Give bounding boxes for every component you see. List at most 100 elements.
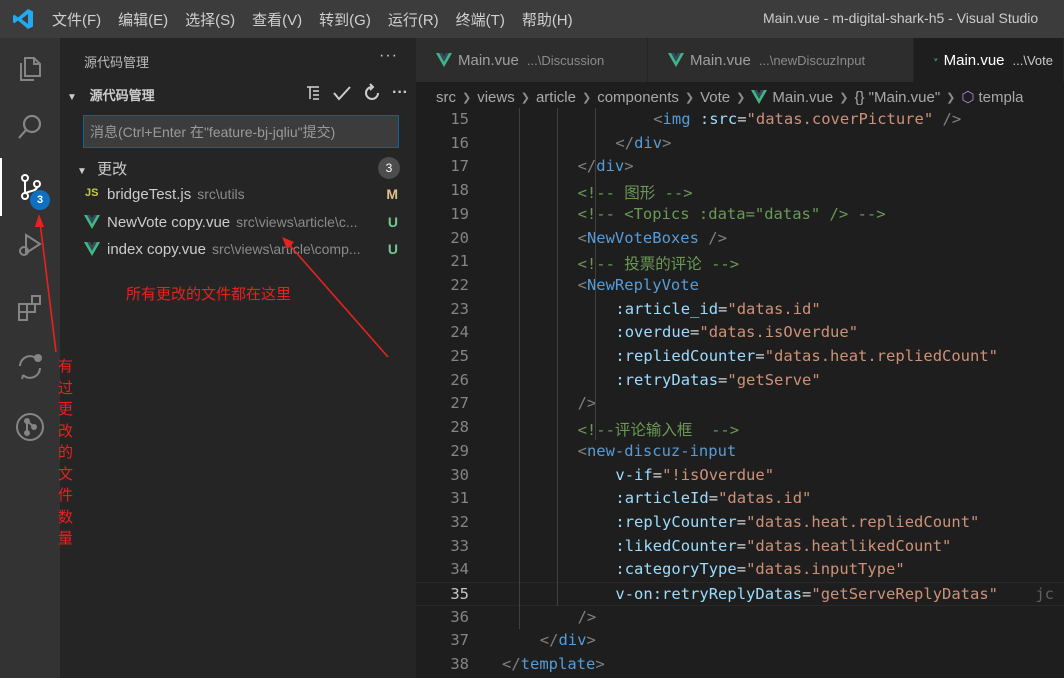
code-line[interactable]: 28 <!--评论输入框 --> xyxy=(416,416,1064,440)
code-line[interactable]: 20 <NewVoteBoxes /> xyxy=(416,227,1064,251)
tab-description: ...\newDiscuzInput xyxy=(758,52,866,68)
file-name: index copy.vue src\views\article\comp... xyxy=(107,241,361,258)
extensions-button[interactable] xyxy=(0,278,60,336)
source-control-button[interactable]: 3 xyxy=(0,158,60,216)
line-number: 15 xyxy=(450,110,469,128)
code-line[interactable]: 21 <!-- 投票的评论 --> xyxy=(416,250,1064,274)
code-line[interactable]: 24:overdue="datas.isOverdue" xyxy=(416,321,1064,345)
debug-icon xyxy=(19,233,42,256)
line-number: 17 xyxy=(450,157,469,176)
line-content: v-on:retryReplyDatas="getServeReplyDatas… xyxy=(615,585,1055,603)
more-actions-icon[interactable]: ··· xyxy=(392,84,408,102)
vue-file-icon xyxy=(84,241,100,260)
window-title: Main.vue - m-digital-shark-h5 - Visual S… xyxy=(763,10,1039,26)
chevron-right-icon: ❯ xyxy=(520,91,530,104)
line-content: <new-discuz-input xyxy=(577,441,737,460)
run-debug-button[interactable] xyxy=(0,216,60,274)
code-line[interactable]: 23:article_id="datas.id" xyxy=(416,298,1064,322)
repository-section-header[interactable]: ▼ 源代码管理 ··· xyxy=(60,83,416,107)
line-number: 33 xyxy=(450,536,469,555)
more-actions-icon[interactable]: ··· xyxy=(379,47,398,65)
breadcrumb-item[interactable]: templa xyxy=(979,89,1024,106)
code-line[interactable]: 18 <!-- 图形 --> xyxy=(416,179,1064,203)
code-line[interactable]: 25:repliedCounter="datas.heat.repliedCou… xyxy=(416,345,1064,369)
breadcrumb-item[interactable]: views xyxy=(477,89,515,106)
chevron-down-icon: ▼ xyxy=(77,166,87,177)
menu-go[interactable]: 转到(G) xyxy=(319,9,371,30)
file-path: src\views\article\c... xyxy=(236,214,358,230)
code-line[interactable]: 29 <new-discuz-input xyxy=(416,440,1064,464)
code-line[interactable]: 30 v-if="!isOverdue" xyxy=(416,464,1064,488)
code-line[interactable]: 33:likedCounter="datas.heatlikedCount" xyxy=(416,535,1064,559)
menu-terminal[interactable]: 终端(T) xyxy=(456,9,505,30)
line-content: <NewVoteBoxes /> xyxy=(577,228,727,247)
code-line[interactable]: 27 /> xyxy=(416,392,1064,416)
code-line[interactable]: 22 <NewReplyVote xyxy=(416,274,1064,298)
menu-view[interactable]: 查看(V) xyxy=(252,9,302,30)
breadcrumb-item[interactable]: src xyxy=(436,89,456,106)
code-line[interactable]: 37 </div> xyxy=(416,629,1064,653)
line-number: 28 xyxy=(450,418,469,437)
commit-message-input[interactable]: 消息(Ctrl+Enter 在"feature-bj-jqliu"提交) xyxy=(83,115,399,148)
code-editor[interactable]: 15 <img :src="datas.coverPicture" /> 16 </d… xyxy=(416,108,1064,678)
tab-name: Main.vue xyxy=(690,51,751,69)
refresh-icon[interactable] xyxy=(362,83,382,103)
breadcrumb-item[interactable]: {} "Main.vue" xyxy=(854,89,940,106)
line-content: </div> xyxy=(539,631,596,650)
indent-guide xyxy=(594,108,596,440)
file-name: NewVote copy.vue src\views\article\c... xyxy=(107,214,358,231)
indent-guide xyxy=(556,108,558,606)
tab-discussion[interactable]: Main.vue ...\Discussion xyxy=(416,38,648,82)
git-diff-button[interactable] xyxy=(0,338,60,396)
breadcrumb-item[interactable]: components xyxy=(597,89,679,106)
changes-label: 更改 xyxy=(97,161,128,178)
code-line[interactable]: 15 <img :src="datas.coverPicture" /> xyxy=(416,108,1064,132)
menu-selection[interactable]: 选择(S) xyxy=(185,9,235,30)
code-line[interactable]: 32:replyCounter="datas.heat.repliedCount… xyxy=(416,511,1064,535)
menu-edit[interactable]: 编辑(E) xyxy=(118,9,168,30)
changed-file-row[interactable]: index copy.vue src\views\article\comp... … xyxy=(60,239,416,263)
line-content: :articleId="datas.id" xyxy=(615,489,812,508)
changed-file-row[interactable]: NewVote copy.vue src\views\article\c... U xyxy=(60,212,416,236)
vue-file-icon xyxy=(934,58,938,62)
code-line[interactable]: 38 </template> xyxy=(416,653,1064,677)
code-line[interactable]: 31:articleId="datas.id" xyxy=(416,487,1064,511)
line-content: <!-- <Topics :data="datas" /> --> xyxy=(577,204,886,223)
git-graph-button[interactable] xyxy=(0,398,60,456)
menu-help[interactable]: 帮助(H) xyxy=(522,9,573,30)
tab-vote[interactable]: Main.vue ...\Vote xyxy=(914,38,1064,82)
menu-file[interactable]: 文件(F) xyxy=(52,9,101,30)
code-line[interactable]: 17 </div> xyxy=(416,155,1064,179)
menu-run[interactable]: 运行(R) xyxy=(388,9,439,30)
vue-file-icon xyxy=(436,53,452,67)
code-line[interactable]: 35 v-on:retryReplyDatas="getServeReplyDat… xyxy=(416,582,1064,606)
line-number: 18 xyxy=(450,181,469,200)
tab-new-discuz-input[interactable]: Main.vue ...\newDiscuzInput xyxy=(648,38,914,82)
file-name: bridgeTest.js src\utils xyxy=(107,186,245,203)
chevron-down-icon: ▼ xyxy=(67,92,77,103)
code-line[interactable]: 16 </div> xyxy=(416,132,1064,156)
code-line[interactable]: 26:retryDatas="getServe" xyxy=(416,369,1064,393)
explorer-button[interactable] xyxy=(0,40,60,98)
tab-description: ...\Vote xyxy=(1012,52,1053,68)
changed-file-row[interactable]: JS bridgeTest.js src\utils M xyxy=(60,184,416,208)
line-number: 26 xyxy=(450,370,469,389)
breadcrumb: src ❯ views ❯ article ❯ components ❯ Vote ❯ M… xyxy=(436,86,1024,108)
search-button[interactable] xyxy=(0,98,60,156)
changes-group-header[interactable]: ▼ 更改 3 xyxy=(74,157,402,180)
breadcrumb-item[interactable]: Main.vue xyxy=(772,89,833,106)
commit-check-icon[interactable] xyxy=(332,84,352,102)
code-line[interactable]: 36 /> xyxy=(416,606,1064,630)
breadcrumb-item[interactable]: Vote xyxy=(700,89,730,106)
line-number: 22 xyxy=(450,275,469,294)
tab-name: Main.vue xyxy=(458,51,519,69)
line-content: </div> xyxy=(577,157,634,176)
code-line[interactable]: 34:categoryType="datas.inputType" xyxy=(416,558,1064,582)
file-name-text: NewVote copy.vue xyxy=(107,214,231,231)
line-number: 35 xyxy=(450,585,469,603)
file-status-untracked: U xyxy=(387,241,398,257)
source-control-panel: 源代码管理 ··· ▼ 源代码管理 ··· 消息(Ctrl+Enter 在"fe… xyxy=(60,38,416,678)
code-line[interactable]: 19 <!-- <Topics :data="datas" /> --> xyxy=(416,203,1064,227)
view-as-tree-icon[interactable] xyxy=(304,84,322,102)
breadcrumb-item[interactable]: article xyxy=(536,89,576,106)
